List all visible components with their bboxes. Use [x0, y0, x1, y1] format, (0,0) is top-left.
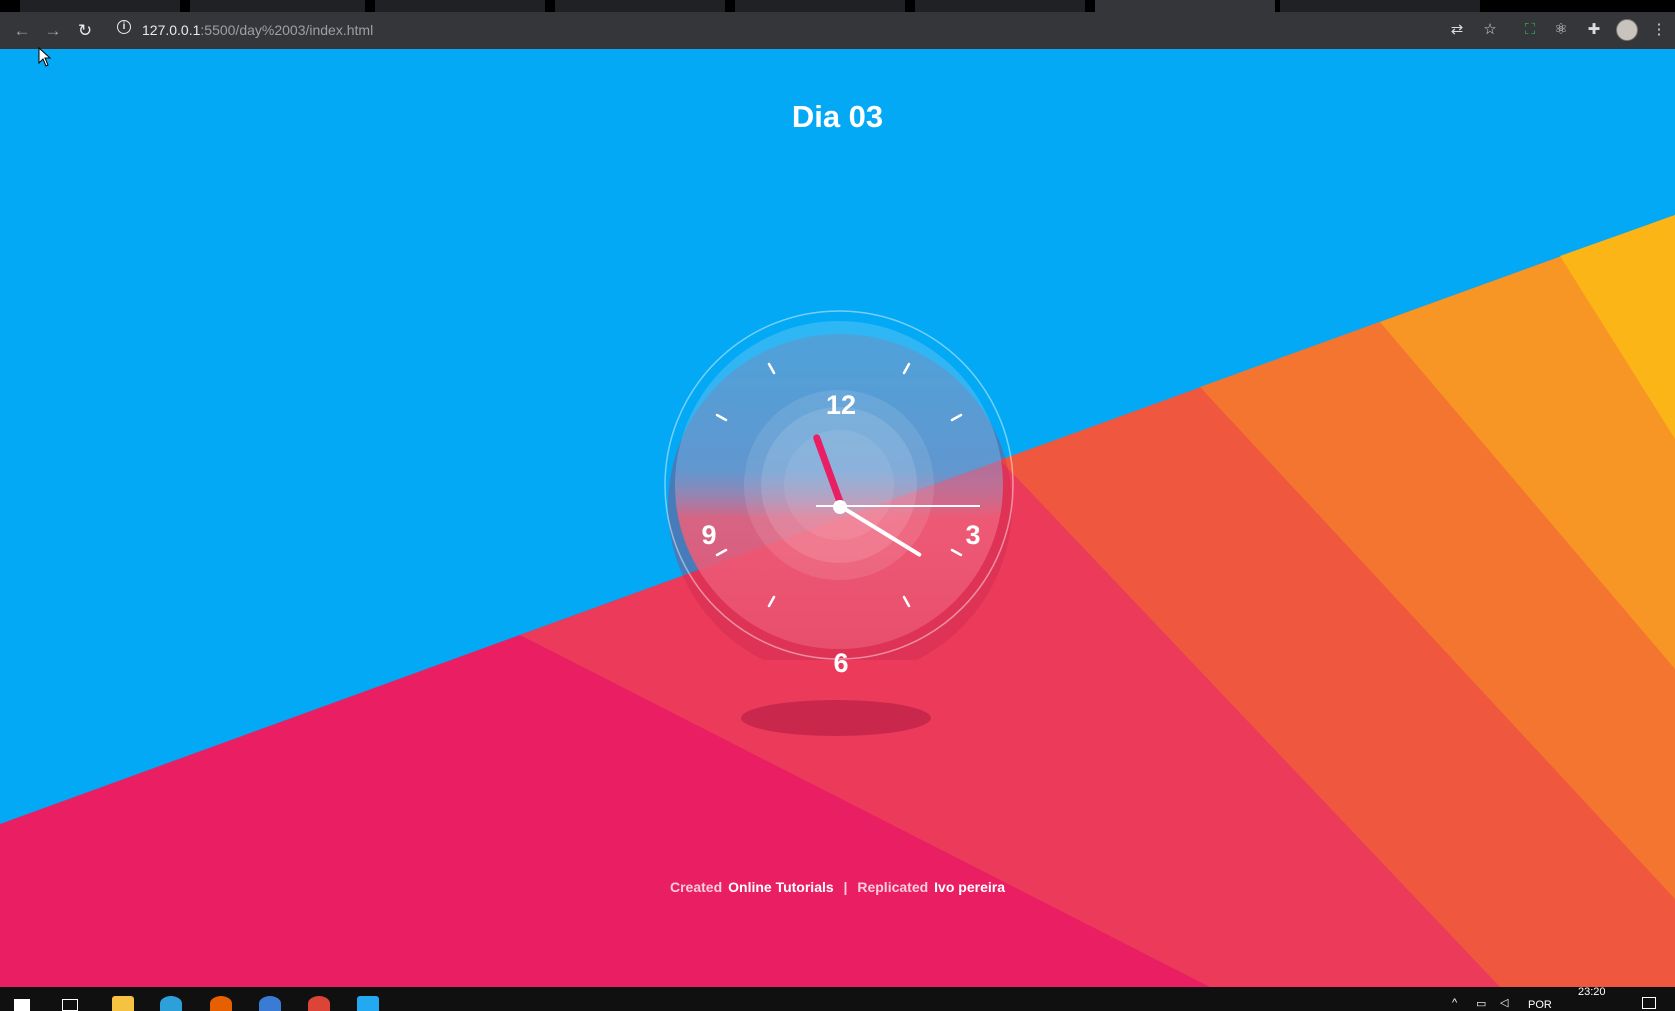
browser-tab[interactable]	[20, 0, 180, 12]
clock-numeral-3: 3	[965, 520, 981, 550]
browser-tab[interactable]	[915, 0, 1085, 12]
clock-second-hand	[840, 505, 980, 507]
tray-clock[interactable]: 23:20	[1578, 986, 1606, 998]
tray-volume-icon[interactable]: ◁	[1500, 996, 1508, 1009]
footer-replicated-by-link[interactable]: Ivo pereira	[934, 879, 1005, 895]
task-view-icon[interactable]	[62, 999, 78, 1011]
footer-created-by-link[interactable]: Online Tutorials	[728, 879, 834, 895]
tab-strip	[0, 0, 1675, 12]
profile-avatar[interactable]	[1616, 19, 1638, 41]
back-button[interactable]: ←	[10, 19, 34, 43]
clock-numeral-12: 12	[825, 390, 857, 420]
forward-button[interactable]: →	[41, 19, 65, 43]
clock-center-pin	[833, 500, 847, 514]
browser-tab[interactable]	[190, 0, 365, 12]
footer-created-label: Created	[669, 879, 723, 895]
browser-tab[interactable]	[555, 0, 725, 12]
clock-numeral-6: 6	[833, 648, 849, 678]
app-icon[interactable]	[259, 996, 281, 1011]
tray-chevron-icon[interactable]: ^	[1452, 997, 1457, 1009]
firefox-icon[interactable]	[210, 996, 232, 1011]
tray-language[interactable]: POR	[1528, 999, 1552, 1011]
edge-icon[interactable]	[160, 996, 182, 1011]
address-bar[interactable]: 127.0.0.1:5500/day%2003/index.html	[142, 21, 373, 39]
url-path: :5500/day%2003/index.html	[200, 22, 374, 38]
url-host: 127.0.0.1	[142, 22, 201, 38]
clock-shadow	[741, 700, 931, 736]
windows-taskbar: ^ ▭ ◁ POR 23:20	[0, 986, 1675, 1011]
clock-face	[664, 310, 1014, 660]
site-info-icon[interactable]: i	[117, 20, 131, 34]
more-menu-icon[interactable]: ⋮	[1650, 21, 1668, 39]
browser-tab[interactable]	[375, 0, 545, 12]
clock-numeral-9: 9	[701, 520, 717, 550]
translate-icon[interactable]: ⇄	[1448, 21, 1466, 39]
reload-button[interactable]: ↻	[73, 19, 97, 43]
clock-center-disc	[784, 430, 894, 540]
windows-start-icon[interactable]	[14, 999, 30, 1011]
vscode-icon[interactable]	[357, 996, 379, 1011]
mouse-cursor-icon	[38, 47, 52, 67]
react-devtools-icon[interactable]: ⚛	[1552, 21, 1570, 39]
page-footer: Created Online Tutorials | Replicated Ivo …	[0, 879, 1675, 895]
browser-tab[interactable]	[735, 0, 905, 12]
footer-replicated-label: Replicated	[857, 879, 929, 895]
file-explorer-icon[interactable]	[112, 996, 134, 1011]
chrome-icon[interactable]	[308, 996, 330, 1011]
browser-tab-active[interactable]	[1095, 0, 1275, 12]
tray-network-icon[interactable]: ▭	[1476, 997, 1486, 1010]
notifications-icon[interactable]	[1642, 997, 1656, 1009]
screenshot-icon[interactable]: ⛶	[1521, 21, 1539, 39]
page-title: Dia 03	[791, 99, 884, 134]
star-icon[interactable]: ☆	[1481, 21, 1499, 39]
browser-tab[interactable]	[1280, 0, 1480, 12]
extensions-icon[interactable]: ✚	[1585, 21, 1603, 39]
footer-separator: |	[843, 879, 848, 895]
